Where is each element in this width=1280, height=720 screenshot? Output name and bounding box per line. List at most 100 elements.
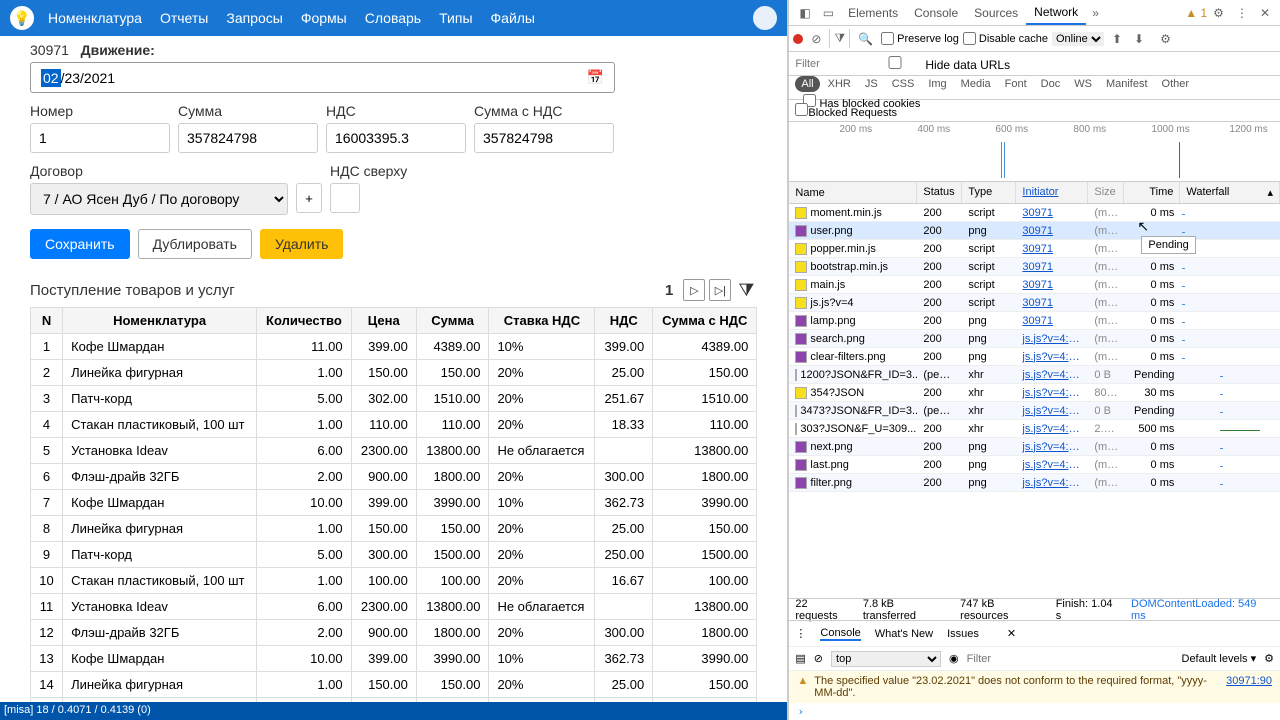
download-icon[interactable]: ⬇ bbox=[1130, 30, 1148, 48]
net-column-header[interactable]: Initiator bbox=[1016, 182, 1088, 203]
nav-item[interactable]: Номенклатура bbox=[48, 10, 142, 26]
close-drawer-icon[interactable]: ✕ bbox=[1007, 627, 1016, 640]
type-filter[interactable]: All bbox=[795, 76, 819, 92]
type-filter[interactable]: Doc bbox=[1035, 76, 1067, 92]
console-menu-icon[interactable]: ⋮ bbox=[795, 627, 806, 640]
table-row[interactable]: 1Кофе Шмардан11.00399.004389.0010%399.00… bbox=[31, 334, 757, 360]
type-filter[interactable]: Other bbox=[1156, 76, 1196, 92]
context-select[interactable]: top bbox=[831, 651, 941, 667]
net-column-header[interactable]: Status bbox=[917, 182, 962, 203]
type-filter[interactable]: WS bbox=[1068, 76, 1098, 92]
network-row[interactable]: clear-filters.png200pngjs.js?v=4:108(me.… bbox=[789, 348, 1280, 366]
last-page-icon[interactable]: ▷| bbox=[709, 279, 731, 301]
calendar-icon[interactable]: 📅 bbox=[587, 69, 604, 86]
logo-icon[interactable]: 💡 bbox=[10, 6, 34, 30]
save-button[interactable]: Сохранить bbox=[30, 229, 130, 259]
inspect-icon[interactable]: ◧ bbox=[793, 4, 816, 22]
table-row[interactable]: 4Стакан пластиковый, 100 шт1.00110.00110… bbox=[31, 412, 757, 438]
network-row[interactable]: js.js?v=4200script30971(me...0 ms bbox=[789, 294, 1280, 312]
table-row[interactable]: 7Кофе Шмардан10.00399.003990.0010%362.73… bbox=[31, 490, 757, 516]
device-icon[interactable]: ▭ bbox=[817, 4, 840, 22]
nav-item[interactable]: Файлы bbox=[491, 10, 535, 26]
console-settings-icon[interactable]: ⚙ bbox=[1264, 652, 1274, 665]
network-row[interactable]: moment.min.js200script30971(me...0 ms bbox=[789, 204, 1280, 222]
column-header[interactable]: Количество bbox=[257, 308, 352, 334]
table-row[interactable]: 13Кофе Шмардан10.00399.003990.0010%362.7… bbox=[31, 646, 757, 672]
devtools-tab[interactable]: Elements bbox=[840, 2, 906, 24]
drawer-tab[interactable]: Issues bbox=[947, 628, 979, 640]
table-row[interactable]: 10Стакан пластиковый, 100 шт1.00100.0010… bbox=[31, 568, 757, 594]
nav-item[interactable]: Формы bbox=[301, 10, 347, 26]
type-filter[interactable]: Manifest bbox=[1100, 76, 1154, 92]
table-row[interactable]: 8Линейка фигурная1.00150.00150.0020%25.0… bbox=[31, 516, 757, 542]
warning-badge[interactable]: ▲ 1 bbox=[1185, 6, 1207, 20]
disable-cache-checkbox[interactable]: Disable cache bbox=[963, 32, 1048, 45]
column-header[interactable]: Ставка НДС bbox=[489, 308, 595, 334]
devtools-tab[interactable]: Network bbox=[1026, 1, 1086, 25]
network-row[interactable]: 354?JSON200xhrjs.js?v=4:504809 B30 ms bbox=[789, 384, 1280, 402]
nav-item[interactable]: Словарь bbox=[365, 10, 421, 26]
table-row[interactable]: 11Установка Ideav6.002300.0013800.00Не о… bbox=[31, 594, 757, 620]
network-filter-input[interactable] bbox=[795, 58, 855, 70]
network-row[interactable]: last.png200pngjs.js?v=4:262(me...0 ms bbox=[789, 456, 1280, 474]
network-row[interactable]: user.png200png30971(me... bbox=[789, 222, 1280, 240]
type-filter[interactable]: JS bbox=[859, 76, 884, 92]
upload-icon[interactable]: ⬆ bbox=[1108, 30, 1126, 48]
net-column-header[interactable]: Type bbox=[962, 182, 1016, 203]
settings-icon[interactable]: ⚙ bbox=[1207, 4, 1230, 22]
vat-input[interactable] bbox=[326, 123, 466, 153]
date-input[interactable]: 02/23/2021 📅 bbox=[30, 62, 615, 93]
console-sidebar-icon[interactable]: ▤ bbox=[795, 652, 805, 665]
network-row[interactable]: lamp.png200png30971(me...0 ms bbox=[789, 312, 1280, 330]
throttling-select[interactable]: Online bbox=[1052, 32, 1104, 46]
nav-item[interactable]: Типы bbox=[439, 10, 472, 26]
column-header[interactable]: N bbox=[31, 308, 63, 334]
more-tabs-icon[interactable]: » bbox=[1086, 4, 1105, 22]
network-row[interactable]: search.png200pngjs.js?v=4:108(me...0 ms bbox=[789, 330, 1280, 348]
table-row[interactable]: 9Патч-корд5.00300.001500.0020%250.001500… bbox=[31, 542, 757, 568]
sum-vat-input[interactable] bbox=[474, 123, 614, 153]
network-row[interactable]: 1200?JSON&FR_ID=3...(pendi...xhrjs.js?v=… bbox=[789, 366, 1280, 384]
net-column-header[interactable]: Time bbox=[1124, 182, 1180, 203]
console-prompt[interactable]: › bbox=[789, 703, 1280, 720]
network-settings-icon[interactable]: ⚙ bbox=[1156, 30, 1175, 48]
hide-data-urls-checkbox[interactable]: Hide data URLs bbox=[865, 56, 1010, 72]
preserve-log-checkbox[interactable]: Preserve log bbox=[881, 32, 959, 45]
type-filter[interactable]: Media bbox=[955, 76, 997, 92]
column-header[interactable]: Цена bbox=[351, 308, 416, 334]
duplicate-button[interactable]: Дублировать bbox=[138, 229, 252, 259]
record-icon[interactable] bbox=[793, 34, 803, 44]
devtools-tab[interactable]: Console bbox=[906, 2, 966, 24]
column-header[interactable]: Номенклатура bbox=[63, 308, 257, 334]
user-avatar[interactable] bbox=[753, 6, 777, 30]
table-row[interactable]: 15Патч-корд5.00300.001500.0020%250.00150… bbox=[31, 698, 757, 703]
filter-toggle-icon[interactable]: ⧩ bbox=[829, 29, 850, 48]
net-column-header[interactable]: Size bbox=[1088, 182, 1124, 203]
console-clear-icon[interactable]: ⊘ bbox=[814, 652, 823, 665]
console-warning[interactable]: ▲ The specified value "23.02.2021" does … bbox=[789, 670, 1280, 703]
net-column-header[interactable]: Waterfall ▴ bbox=[1180, 182, 1280, 203]
column-header[interactable]: НДС bbox=[595, 308, 653, 334]
sum-input[interactable] bbox=[178, 123, 318, 153]
add-contract-button[interactable]: + bbox=[296, 183, 322, 213]
search-icon[interactable]: 🔍 bbox=[854, 30, 877, 48]
menu-icon[interactable]: ⋮ bbox=[1230, 4, 1254, 22]
timeline[interactable]: 200 ms400 ms600 ms800 ms1000 ms1200 ms bbox=[789, 122, 1280, 182]
vat-top-input[interactable] bbox=[330, 183, 360, 213]
blocked-requests-checkbox[interactable]: Blocked Requests bbox=[795, 103, 897, 119]
nav-item[interactable]: Запросы bbox=[226, 10, 282, 26]
table-row[interactable]: 12Флэш-драйв 32ГБ2.00900.001800.0020%300… bbox=[31, 620, 757, 646]
net-column-header[interactable]: Name bbox=[789, 182, 917, 203]
network-row[interactable]: main.js200script30971(me...0 ms bbox=[789, 276, 1280, 294]
log-levels[interactable]: Default levels ▾ bbox=[1182, 652, 1257, 665]
table-row[interactable]: 6Флэш-драйв 32ГБ2.00900.001800.0020%300.… bbox=[31, 464, 757, 490]
close-devtools-icon[interactable]: ✕ bbox=[1254, 4, 1276, 22]
table-row[interactable]: 14Линейка фигурная1.00150.00150.0020%25.… bbox=[31, 672, 757, 698]
delete-button[interactable]: Удалить bbox=[260, 229, 343, 259]
network-row[interactable]: popper.min.js200script30971(me...0 ms bbox=[789, 240, 1280, 258]
table-row[interactable]: 2Линейка фигурная1.00150.00150.0020%25.0… bbox=[31, 360, 757, 386]
table-row[interactable]: 5Установка Ideav6.002300.0013800.00Не об… bbox=[31, 438, 757, 464]
type-filter[interactable]: CSS bbox=[886, 76, 921, 92]
drawer-tab[interactable]: What's New bbox=[875, 628, 933, 640]
nav-item[interactable]: Отчеты bbox=[160, 10, 208, 26]
